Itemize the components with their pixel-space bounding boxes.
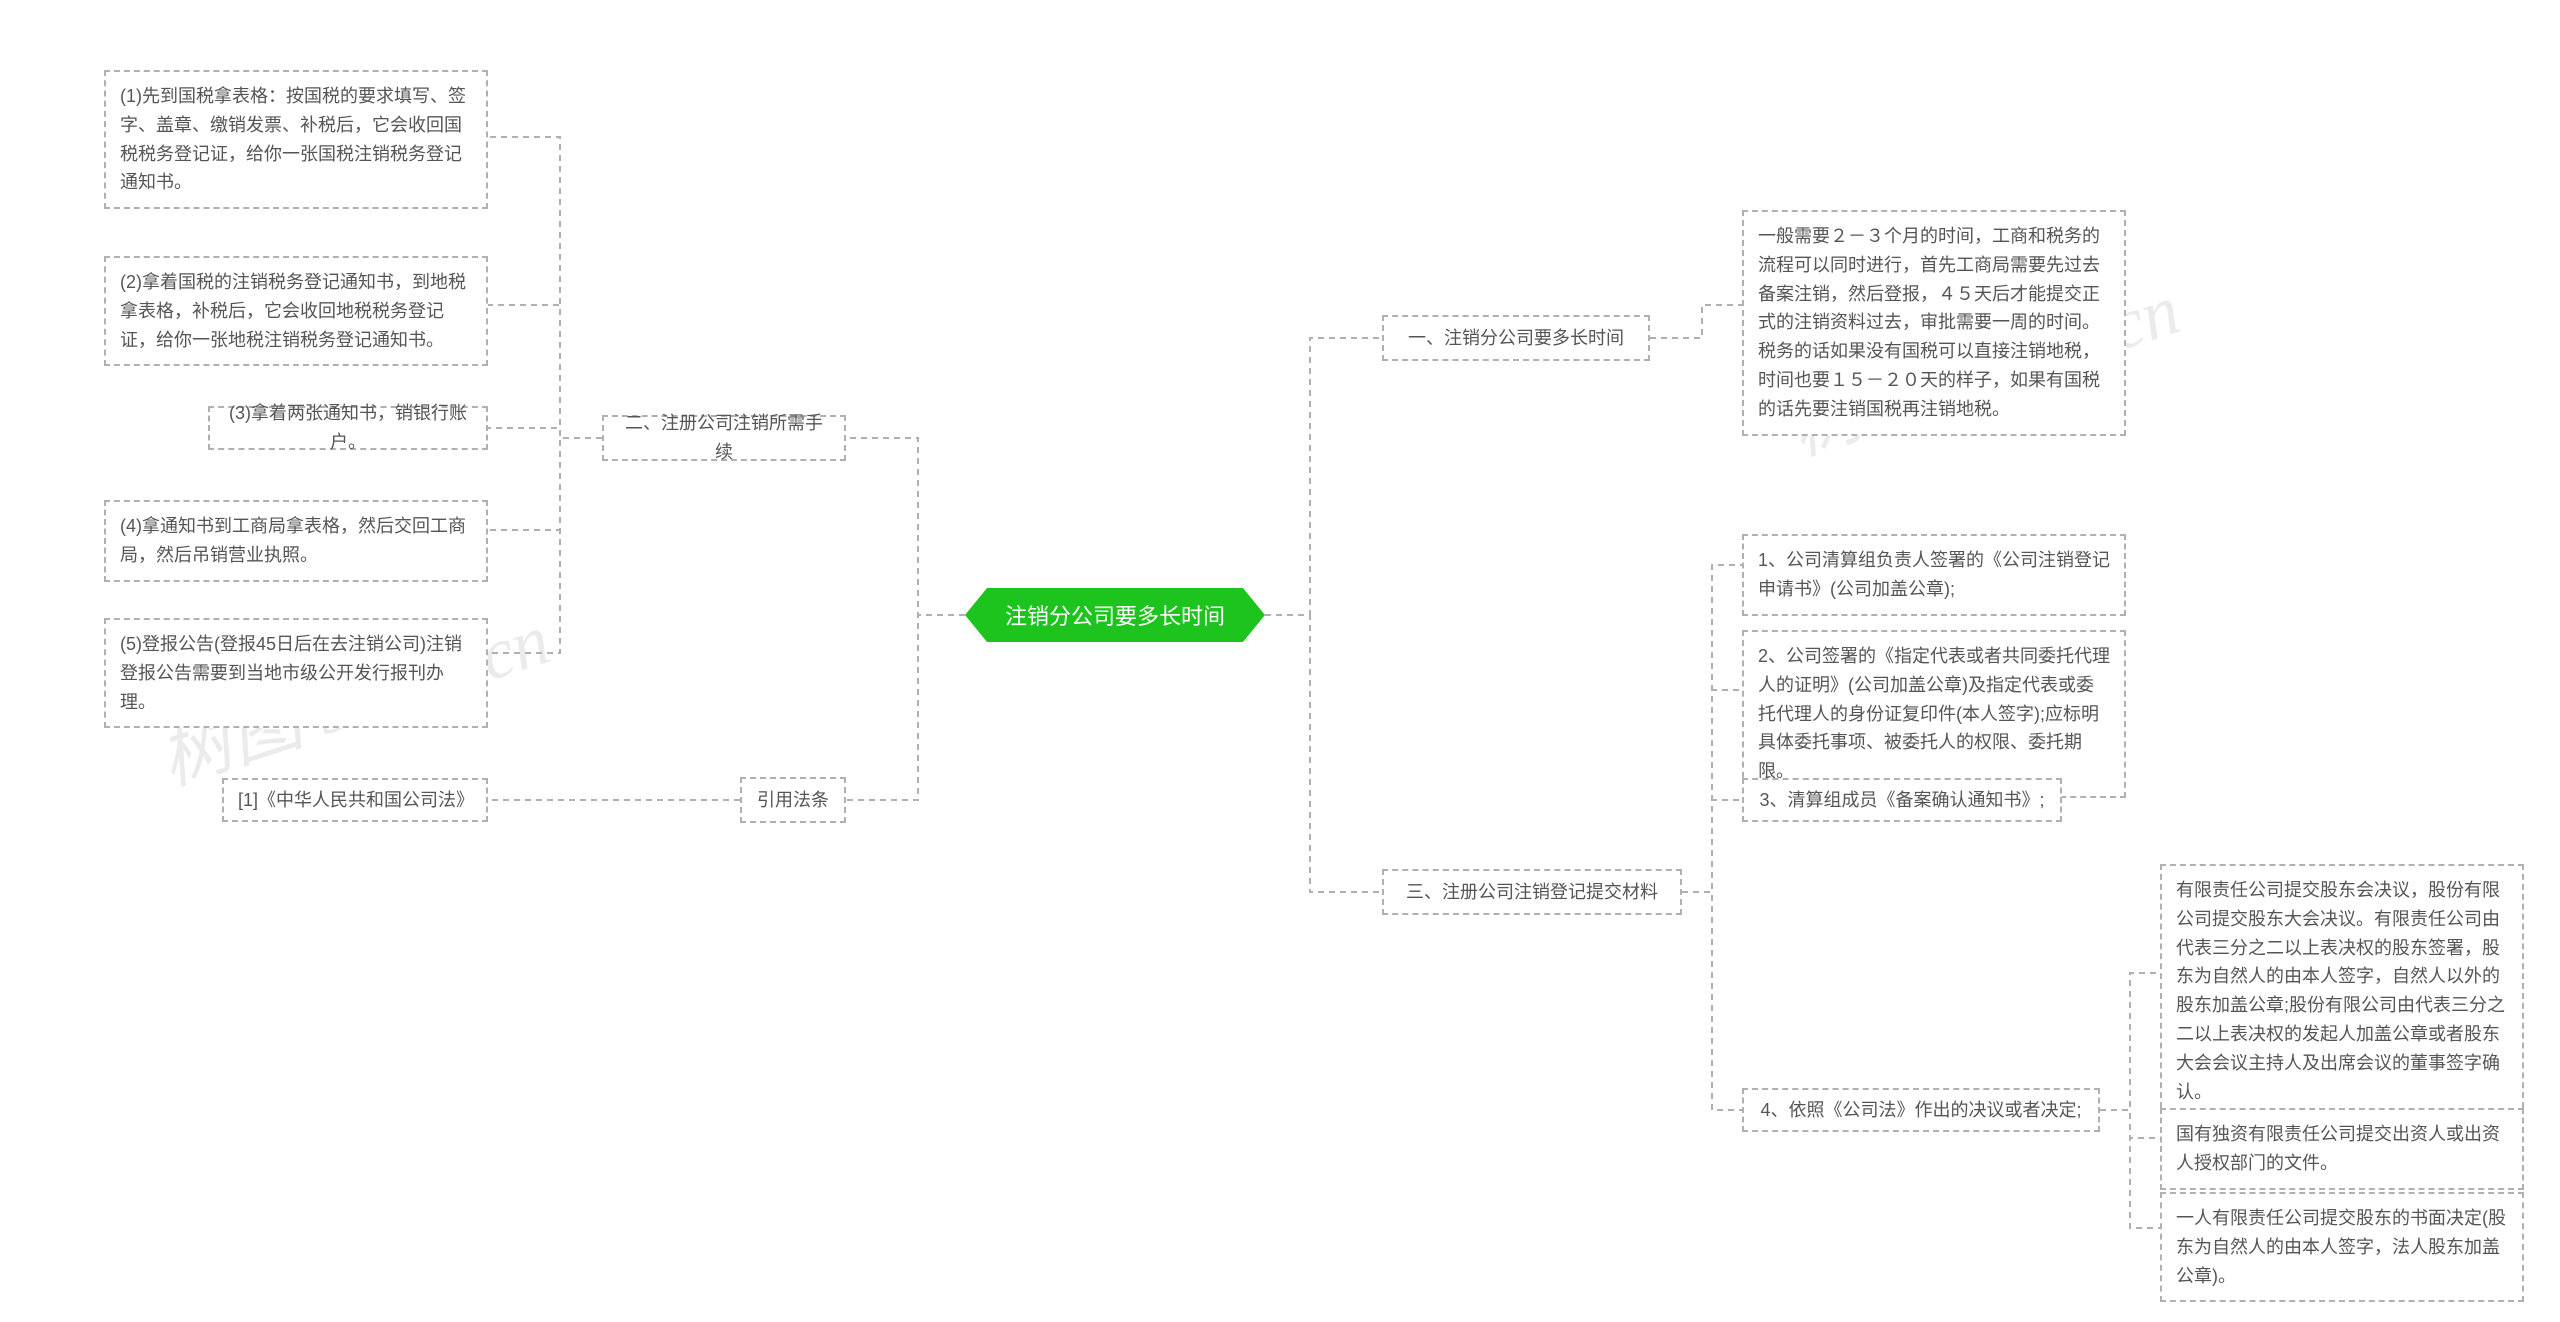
branch-3-child-4-grand-1[interactable]: 有限责任公司提交股东会决议，股份有限公司提交股东大会决议。有限责任公司由代表三分… xyxy=(2160,864,2524,1118)
branch-1-title[interactable]: 一、注销分公司要多长时间 xyxy=(1382,315,1650,361)
branch-2-child-5[interactable]: (5)登报公告(登报45日后在去注销公司)注销登报公告需要到当地市级公开发行报刊… xyxy=(104,618,488,728)
branch-3-child-4-grand-3[interactable]: 一人有限责任公司提交股东的书面决定(股东为自然人的由本人签字，法人股东加盖公章)… xyxy=(2160,1192,2524,1302)
branch-law-child-1[interactable]: [1]《中华人民共和国公司法》 xyxy=(222,778,488,822)
branch-3-child-4[interactable]: 4、依照《公司法》作出的决议或者决定; xyxy=(1742,1088,2100,1132)
branch-2-child-4[interactable]: (4)拿通知书到工商局拿表格，然后交回工商局，然后吊销营业执照。 xyxy=(104,500,488,582)
branch-2-child-2[interactable]: (2)拿着国税的注销税务登记通知书，到地税拿表格，补税后，它会收回地税税务登记证… xyxy=(104,256,488,366)
branch-3-child-2[interactable]: 2、公司签署的《指定代表或者共同委托代理人的证明》(公司加盖公章)及指定代表或委… xyxy=(1742,630,2126,798)
branch-2-child-1[interactable]: (1)先到国税拿表格：按国税的要求填写、签字、盖章、缴销发票、补税后，它会收回国… xyxy=(104,70,488,209)
branch-law-title[interactable]: 引用法条 xyxy=(740,777,846,823)
branch-2-title[interactable]: 二、注册公司注销所需手续 xyxy=(602,415,846,461)
branch-2-child-3[interactable]: (3)拿着两张通知书，销银行账户。 xyxy=(208,406,488,450)
root-node[interactable]: 注销分公司要多长时间 xyxy=(965,588,1265,642)
branch-3-child-3[interactable]: 3、清算组成员《备案确认通知书》; xyxy=(1742,778,2062,822)
branch-3-child-4-grand-2[interactable]: 国有独资有限责任公司提交出资人或出资人授权部门的文件。 xyxy=(2160,1108,2524,1190)
branch-1-child-1[interactable]: 一般需要２－３个月的时间，工商和税务的流程可以同时进行，首先工商局需要先过去备案… xyxy=(1742,210,2126,436)
branch-3-child-1[interactable]: 1、公司清算组负责人签署的《公司注销登记申请书》(公司加盖公章); xyxy=(1742,534,2126,616)
branch-3-title[interactable]: 三、注册公司注销登记提交材料 xyxy=(1382,869,1682,915)
